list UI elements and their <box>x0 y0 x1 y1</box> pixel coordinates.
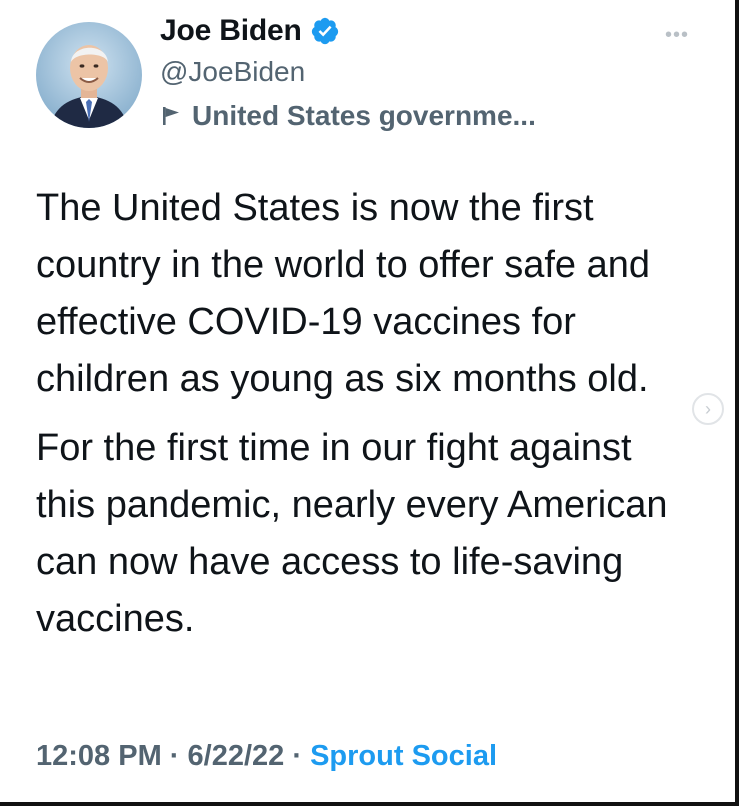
tweet-card: Joe Biden @JoeBiden United States govern… <box>0 0 739 806</box>
affiliation-label-text: United States governme... <box>192 100 536 131</box>
author-handle[interactable]: @JoeBiden <box>160 56 305 88</box>
verified-badge-icon <box>310 16 340 46</box>
affiliation-label[interactable]: United States governme... <box>160 100 536 132</box>
meta-separator: · <box>292 740 303 772</box>
tweet-source-link[interactable]: Sprout Social <box>310 740 497 772</box>
author-name-row[interactable]: Joe Biden <box>160 14 340 48</box>
tweet-date[interactable]: 6/22/22 <box>188 740 285 772</box>
tweet-time[interactable]: 12:08 PM <box>36 740 162 772</box>
tweet-paragraph: For the first time in our fight against … <box>36 427 668 640</box>
chevron-right-icon[interactable]: › <box>692 393 724 425</box>
more-options-icon[interactable]: ••• <box>665 24 689 47</box>
tweet-paragraph: The United States is now the first count… <box>36 187 650 400</box>
tweet-text: The United States is now the first count… <box>36 180 686 648</box>
author-name[interactable]: Joe Biden <box>160 14 302 48</box>
tweet-meta: 12:08 PM · 6/22/22 · Sprout Social <box>36 740 497 773</box>
avatar[interactable] <box>36 22 142 128</box>
flag-icon <box>160 105 182 127</box>
meta-separator: · <box>169 740 180 772</box>
